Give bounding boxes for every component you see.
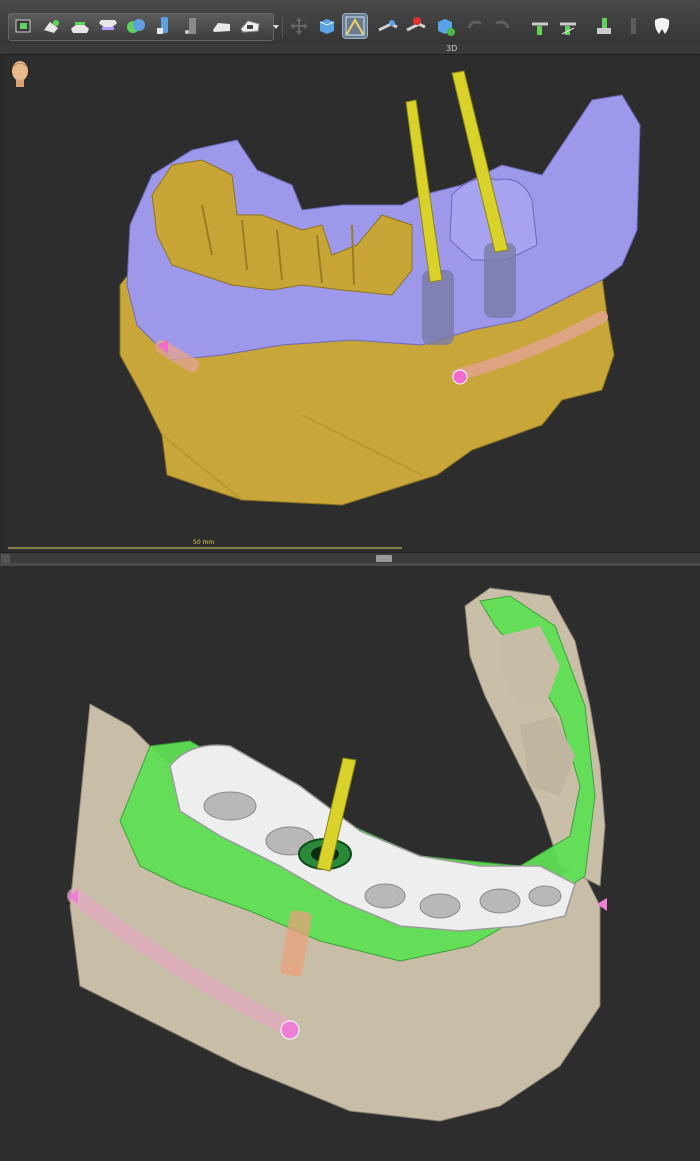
cube-add-icon[interactable]	[433, 14, 457, 38]
jaw-lower-icon[interactable]	[96, 14, 120, 38]
nerve-entry-marker	[452, 369, 468, 385]
main-toolbar	[0, 0, 700, 45]
view-tab-label[interactable]: 3D	[446, 44, 457, 54]
view-tab-strip	[0, 44, 700, 55]
tooth-white-icon[interactable]	[650, 14, 674, 38]
undo-icon[interactable]	[463, 14, 487, 38]
jaw-model-upper-scene[interactable]	[2, 55, 698, 552]
view-cube-icon[interactable]	[12, 14, 36, 38]
guide-window	[364, 883, 406, 909]
implant-cut-icon[interactable]	[556, 14, 580, 38]
model-view-icon[interactable]	[40, 14, 64, 38]
implant-edit-icon[interactable]	[528, 14, 552, 38]
scroll-left-button[interactable]	[1, 554, 10, 563]
scroll-thumb[interactable]	[376, 555, 392, 562]
guide-window	[419, 893, 461, 919]
perspective-icon[interactable]	[342, 13, 368, 39]
toggle-shading-icon[interactable]	[124, 14, 148, 38]
guide-window	[528, 885, 562, 907]
redo-icon[interactable]	[490, 14, 514, 38]
move-icon[interactable]	[287, 14, 311, 38]
jaw-upper-icon[interactable]	[68, 14, 92, 38]
guide-window	[479, 888, 521, 914]
implant-body-left	[422, 270, 454, 345]
orientation-head-icon[interactable]	[9, 60, 31, 88]
nerve-entry-marker	[280, 1020, 300, 1040]
viewport-3d-bottom[interactable]	[0, 566, 700, 1161]
surgical-guide-scene[interactable]	[0, 566, 700, 1161]
dropdown-arrow-icon[interactable]	[264, 14, 279, 38]
tool-link-icon[interactable]	[376, 14, 400, 38]
tooth-gray-icon[interactable]	[622, 14, 646, 38]
toolbar-separator	[282, 16, 283, 38]
crown-icon[interactable]	[210, 14, 234, 38]
scale-bar-label: 50 mm	[193, 539, 215, 546]
measure-icon[interactable]	[180, 14, 204, 38]
tool-remove-icon[interactable]	[404, 14, 428, 38]
guide-window	[203, 791, 257, 821]
guide-icon[interactable]	[238, 14, 262, 38]
implant-view-icon[interactable]	[152, 14, 176, 38]
box-select-icon[interactable]	[315, 14, 339, 38]
viewport-3d-top[interactable]	[2, 55, 698, 552]
implant-body-right	[484, 243, 516, 318]
export-icon[interactable]	[592, 14, 616, 38]
